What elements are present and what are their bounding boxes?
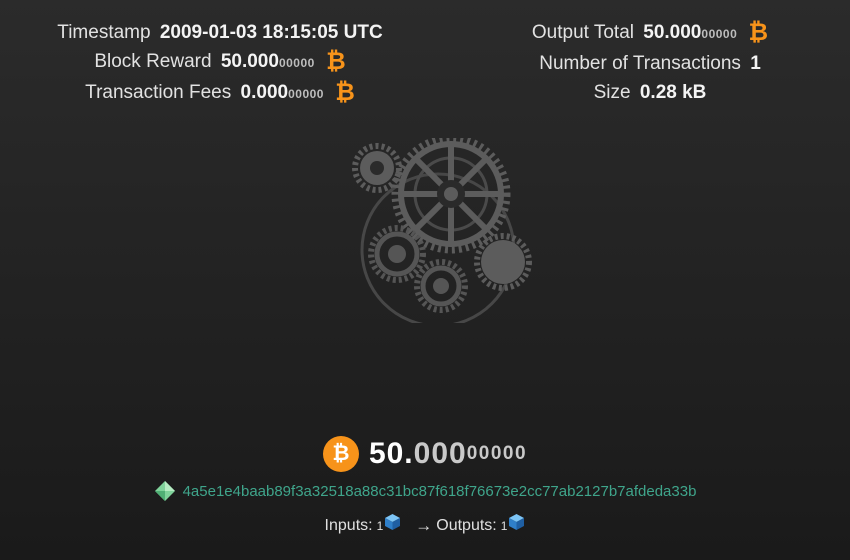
transaction-hash-link[interactable]: 4a5e1e4baab89f3a32518a88c31bc87f618f7667… bbox=[183, 483, 697, 500]
transaction-fees-row: Transaction Fees 0.00000000 ₿ bbox=[20, 78, 420, 109]
amount-integer: 50. bbox=[368, 437, 414, 470]
output-total-main: 50.000 bbox=[643, 22, 702, 43]
inputs-outputs-row: Inputs: 1 → Outputs: 1 bbox=[0, 514, 850, 536]
output-total-value: 50.00000000 bbox=[643, 22, 737, 43]
transaction-fees-label: Transaction Fees bbox=[85, 82, 232, 103]
timestamp-value: 2009-01-03 18:15:05 UTC bbox=[159, 22, 383, 43]
outputs-label: Outputs: bbox=[436, 517, 497, 534]
transaction-fees-main: 0.000 bbox=[240, 82, 289, 103]
block-reward-row: Block Reward 50.00000000 ₿ bbox=[20, 47, 420, 78]
output-total-sats: 00000 bbox=[701, 27, 738, 41]
bitcoin-icon: ₿ bbox=[748, 19, 769, 46]
tx-count-label: Number of Transactions bbox=[539, 53, 741, 74]
bitcoin-icon: ₿ bbox=[335, 79, 355, 106]
block-reward-label: Block Reward bbox=[94, 51, 212, 72]
cube-icon bbox=[385, 514, 401, 530]
block-amount: ₿ 50. 000 00000 bbox=[0, 436, 850, 472]
size-label: Size bbox=[593, 82, 631, 103]
amount-decimals: 000 bbox=[413, 437, 467, 470]
tx-count-value: 1 bbox=[750, 53, 761, 74]
cube-icon bbox=[509, 514, 525, 530]
gears-icon bbox=[352, 138, 532, 323]
transaction-fees-sats: 00000 bbox=[288, 87, 324, 101]
tx-count-row: Number of Transactions 1 bbox=[450, 49, 850, 78]
output-total-row: Output Total 50.00000000 ₿ bbox=[450, 18, 850, 49]
bitcoin-icon: ₿ bbox=[322, 436, 359, 472]
block-reward-value: 50.00000000 bbox=[221, 51, 315, 72]
transaction-fees-value: 0.00000000 bbox=[241, 82, 324, 103]
block-stats-left: Timestamp 2009-01-03 18:15:05 UTC Block … bbox=[20, 18, 420, 109]
block-reward-sats: 00000 bbox=[278, 56, 315, 70]
timestamp-label: Timestamp bbox=[57, 22, 151, 43]
inputs-label: Inputs: bbox=[324, 517, 373, 534]
arrow-icon: → bbox=[415, 516, 433, 535]
output-total-label: Output Total bbox=[531, 22, 634, 43]
block-stats-right: Output Total 50.00000000 ₿ Number of Tra… bbox=[450, 18, 850, 107]
inputs-count: 1 bbox=[376, 519, 384, 533]
diamond-icon bbox=[154, 481, 175, 501]
outputs-count: 1 bbox=[500, 519, 508, 533]
size-value: 0.28 kB bbox=[639, 82, 707, 103]
timestamp-row: Timestamp 2009-01-03 18:15:05 UTC bbox=[20, 18, 420, 47]
size-row: Size 0.28 kB bbox=[450, 78, 850, 107]
block-reward-main: 50.000 bbox=[220, 51, 279, 72]
bitcoin-icon: ₿ bbox=[326, 48, 346, 75]
amount-sats: 00000 bbox=[466, 443, 528, 464]
transaction-hash-row: 4a5e1e4baab89f3a32518a88c31bc87f618f7667… bbox=[0, 480, 850, 502]
